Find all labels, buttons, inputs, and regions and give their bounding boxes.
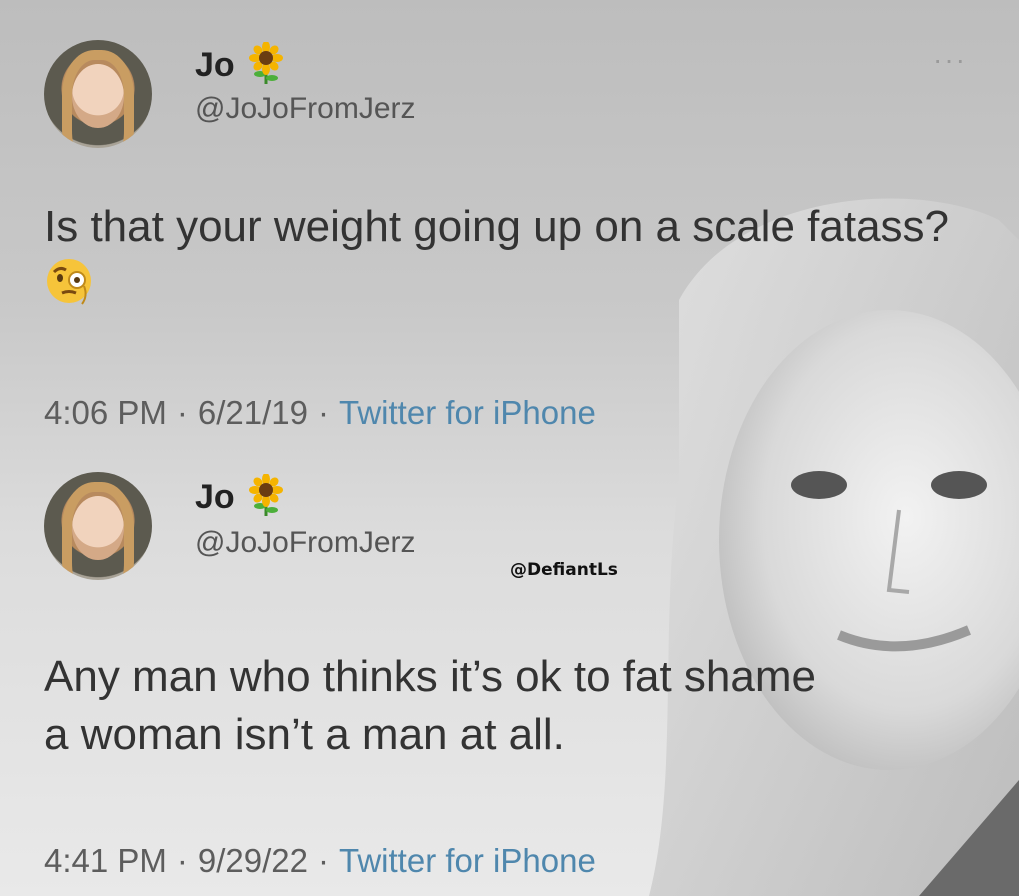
- tweet-meta: 4:06 PM · 6/21/19 · Twitter for iPhone: [44, 394, 596, 432]
- sunflower-icon: [248, 41, 283, 89]
- more-options-icon[interactable]: ···: [933, 44, 967, 76]
- sunflower-icon: [248, 473, 283, 521]
- tweet-text-content: Is that your weight going up on a scale …: [44, 202, 950, 251]
- tweet-date[interactable]: 6/21/19: [198, 394, 308, 432]
- tweet-source-link[interactable]: Twitter for iPhone: [339, 394, 596, 432]
- avatar[interactable]: [44, 472, 152, 580]
- meta-separator: ·: [176, 394, 188, 431]
- display-name[interactable]: Jo: [195, 478, 235, 517]
- meta-separator: ·: [318, 394, 330, 431]
- tweet-text: Is that your weight going up on a scale …: [44, 198, 964, 321]
- tweet-meta: 4:41 PM · 9/29/22 · Twitter for iPhone: [44, 842, 596, 880]
- watermark: @DefiantLs: [510, 560, 618, 580]
- meta-separator: ·: [176, 842, 188, 879]
- tweet-time: 4:41 PM: [44, 842, 167, 879]
- tweet-time: 4:06 PM: [44, 394, 167, 431]
- display-name[interactable]: Jo: [195, 46, 235, 85]
- meta-separator: ·: [318, 842, 330, 879]
- handle[interactable]: @JoJoFromJerz: [195, 92, 416, 126]
- face-with-monocle-icon: [44, 256, 94, 321]
- tweet-date[interactable]: 9/29/22: [198, 842, 308, 880]
- avatar[interactable]: [44, 40, 152, 148]
- tweet-text: Any man who thinks it’s ok to fat shame …: [44, 652, 816, 759]
- tweet-source-link[interactable]: Twitter for iPhone: [339, 842, 596, 880]
- handle[interactable]: @JoJoFromJerz: [195, 526, 416, 560]
